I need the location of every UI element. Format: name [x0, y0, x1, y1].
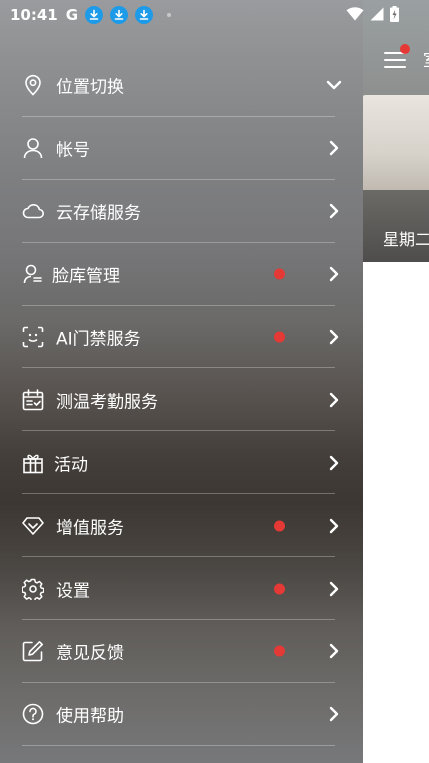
chevron-right-icon[interactable] — [326, 706, 342, 722]
navigation-drawer: 位置切换 帐号 云存储服务 脸库管理 AI门禁服务 测温考勤服务 活动 增值服务… — [0, 0, 363, 763]
dot-icon — [167, 13, 172, 17]
menu-item-label: 云存储服务 — [56, 203, 141, 224]
menu-item-label: 脸库管理 — [52, 266, 120, 287]
edit-icon — [22, 640, 44, 662]
menu-item-value-added[interactable]: 增值服务 — [0, 494, 363, 558]
help-icon — [22, 703, 44, 725]
gift-icon — [22, 452, 44, 474]
battery-charging-icon — [390, 6, 399, 22]
menu-item-label: 帐号 — [56, 140, 90, 161]
calendar-check-icon — [22, 389, 44, 411]
divider — [22, 744, 335, 746]
diamond-icon — [22, 515, 44, 537]
menu-item-temperature-attendance[interactable]: 测温考勤服务 — [0, 368, 363, 432]
chevron-right-icon[interactable] — [326, 329, 342, 345]
menu-item-label: 使用帮助 — [56, 706, 124, 727]
status-time: 10:41 — [10, 6, 58, 24]
chevron-down-icon[interactable] — [326, 77, 342, 93]
sofa-image — [360, 95, 429, 195]
menu-item-face-library[interactable]: 脸库管理 — [0, 243, 363, 306]
menu-item-cloud-storage[interactable]: 云存储服务 — [0, 180, 363, 243]
signal-icon — [370, 7, 384, 21]
menu-list: 位置切换 帐号 云存储服务 脸库管理 AI门禁服务 测温考勤服务 活动 增值服务… — [0, 54, 363, 746]
chevron-right-icon[interactable] — [326, 455, 342, 471]
menu-item-label: AI门禁服务 — [56, 329, 141, 350]
face-scan-icon — [22, 326, 44, 348]
download-icon — [85, 6, 104, 24]
menu-item-activity[interactable]: 活动 — [0, 431, 363, 495]
chevron-right-icon[interactable] — [326, 392, 342, 408]
menu-item-label: 活动 — [54, 455, 88, 476]
chevron-right-icon[interactable] — [326, 266, 342, 282]
chevron-right-icon[interactable] — [326, 643, 342, 659]
menu-item-label: 意见反馈 — [56, 643, 124, 664]
notification-badge — [274, 583, 285, 595]
download-icon — [135, 6, 154, 24]
menu-item-settings[interactable]: 设置 — [0, 557, 363, 621]
user-icon — [22, 137, 44, 159]
menu-item-ai-access-control[interactable]: AI门禁服务 — [0, 306, 363, 369]
chevron-right-icon[interactable] — [326, 581, 342, 597]
google-icon: G — [65, 6, 79, 24]
menu-item-label: 设置 — [56, 581, 90, 602]
download-icon — [110, 6, 129, 24]
notification-badge — [274, 520, 285, 532]
notification-badge — [274, 331, 285, 343]
chevron-right-icon[interactable] — [326, 518, 342, 534]
cloud-icon — [22, 200, 44, 222]
notification-badge — [400, 44, 410, 54]
status-bar: 10:41 G — [0, 0, 429, 30]
background-title: 室 — [423, 46, 429, 71]
notification-badge — [274, 645, 285, 657]
menu-item-feedback[interactable]: 意见反馈 — [0, 620, 363, 683]
menu-item-location-switch[interactable]: 位置切换 — [0, 54, 363, 117]
chevron-right-icon[interactable] — [326, 140, 342, 156]
notification-badge — [274, 268, 285, 280]
menu-icon[interactable] — [384, 52, 406, 68]
wifi-icon — [346, 7, 364, 21]
background-date: 星期二 — [383, 230, 429, 249]
chevron-right-icon[interactable] — [326, 203, 342, 219]
menu-item-help[interactable]: 使用帮助 — [0, 683, 363, 746]
location-pin-icon — [22, 74, 44, 97]
gear-icon — [22, 578, 44, 600]
menu-item-label: 增值服务 — [56, 518, 124, 539]
menu-item-account[interactable]: 帐号 — [0, 117, 363, 180]
menu-item-label: 位置切换 — [56, 77, 124, 98]
menu-item-label: 测温考勤服务 — [56, 392, 158, 413]
face-library-icon — [22, 263, 44, 285]
